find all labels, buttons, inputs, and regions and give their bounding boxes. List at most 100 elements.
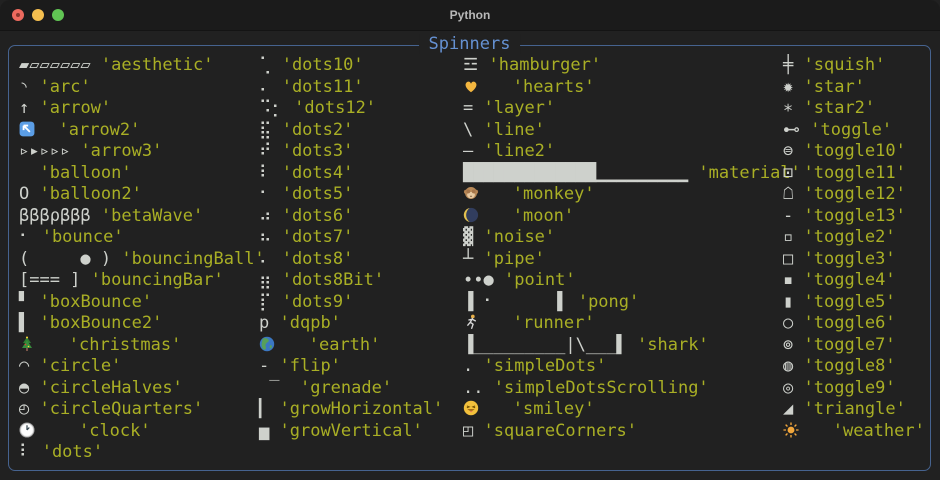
spinner-frame: ▮ xyxy=(783,292,793,312)
spinner-row: ∙∙● 'point' xyxy=(463,270,801,292)
spinner-frame: ▎ xyxy=(259,399,269,419)
spinner-frame xyxy=(278,335,298,355)
spinner-column-2: ⢁ 'dots10'⠄ 'dots11'⠩⡂ 'dots12'⣯ 'dots2'… xyxy=(259,55,443,442)
spinner-row: ▐_________|\___▌ 'shark' xyxy=(463,335,801,357)
spinner-name: 'toggle' xyxy=(810,120,892,140)
spinner-frame: ┴ xyxy=(463,249,473,269)
spinner-name: 'dots2' xyxy=(282,120,354,140)
spinner-row: O 'balloon2' xyxy=(19,184,265,206)
frame-name-separator xyxy=(793,399,803,419)
spinner-frame: βββρβββ xyxy=(19,206,91,226)
spinner-frame: ◓ xyxy=(19,378,29,398)
frame-name-separator xyxy=(80,270,90,290)
spinner-row: 'christmas' xyxy=(19,335,265,357)
frame-name-separator xyxy=(793,206,803,226)
spinner-name: 'arc' xyxy=(40,77,91,97)
frame-name-separator xyxy=(502,206,512,226)
spinner-name: 'layer' xyxy=(484,98,556,118)
spinner-frame: p xyxy=(259,313,269,333)
frame-name-separator xyxy=(793,378,803,398)
spinner-row: 'earth' xyxy=(259,335,443,357)
spinner-row: 'balloon' xyxy=(19,163,265,185)
spinner-row: 'clock' xyxy=(19,421,265,443)
spinner-row: ▹▸▹▹▹ 'arrow3' xyxy=(19,141,265,163)
spinner-name: 'bouncingBar' xyxy=(91,270,224,290)
spinner-frame: ⊷ xyxy=(783,120,800,140)
crescent-moon-icon xyxy=(463,207,482,223)
spinner-frame: ∙∙● xyxy=(463,270,494,290)
frame-name-separator xyxy=(31,442,41,462)
sun-icon xyxy=(783,422,802,438)
frame-name-separator xyxy=(793,335,803,355)
spinner-name: 'hearts' xyxy=(513,77,595,97)
spinner-row: ▅ 'growVertical' xyxy=(259,421,443,443)
spinner-name: 'smiley' xyxy=(513,399,595,419)
spinner-name: 'balloon2' xyxy=(40,184,142,204)
spinner-name: 'toggle11' xyxy=(804,163,906,183)
frame-name-separator xyxy=(793,141,803,161)
panel-title: Spinners xyxy=(419,34,521,54)
spinner-frame: ▘ xyxy=(19,292,29,312)
frame-name-separator xyxy=(627,335,637,355)
spinner-frame: ▪ xyxy=(783,270,793,290)
spinner-row: 'smiley' xyxy=(463,399,801,421)
frame-name-separator xyxy=(58,335,68,355)
close-button[interactable] xyxy=(12,9,24,21)
spinner-name: 'earth' xyxy=(309,335,381,355)
spinner-row: ⢁ 'dots10' xyxy=(259,55,443,77)
frame-name-separator xyxy=(70,141,80,161)
spinner-frame: O xyxy=(19,184,29,204)
frame-name-separator xyxy=(483,378,493,398)
spinner-name: 'point' xyxy=(504,270,576,290)
frame-name-separator xyxy=(269,313,279,333)
spinner-frame: █████████████▁▁▁▁▁▁▁▁▁ xyxy=(463,163,688,183)
spinner-row: ∗ 'star2' xyxy=(783,98,925,120)
spinner-name: 'toggle2' xyxy=(804,227,896,247)
spinner-row: 'moon' xyxy=(463,206,801,228)
spinner-row: – 'line2' xyxy=(463,141,801,163)
frame-name-separator xyxy=(688,163,698,183)
spinner-row: ✹ 'star' xyxy=(783,77,925,99)
spinner-frame: ⠩⡂ xyxy=(259,98,284,118)
spinner-row: 'arrow2' xyxy=(19,120,265,142)
spinner-name: 'arrow2' xyxy=(59,120,141,140)
frame-name-separator xyxy=(271,163,281,183)
spinner-name: 'noise' xyxy=(484,227,556,247)
spinner-row: ▎ 'growHorizontal' xyxy=(259,399,443,421)
see-no-evil-monkey-icon xyxy=(463,185,482,201)
spinner-frame: ⢁ xyxy=(259,55,271,75)
spinner-frame: ▫ xyxy=(783,227,793,247)
spinner-frame: ▹▸▹▹▹ xyxy=(19,141,70,161)
spinner-frame: ◰ xyxy=(463,421,473,441)
spinner-row: ⡏ 'dots9' xyxy=(259,292,443,314)
christmas-tree-icon xyxy=(19,336,38,352)
spinner-row: ◢ 'triangle' xyxy=(783,399,925,421)
frame-name-separator xyxy=(69,421,79,441)
spinner-name: 'simpleDotsScrolling' xyxy=(494,378,709,398)
spinner-name: 'triangle' xyxy=(804,399,906,419)
spinner-name: 'growHorizontal' xyxy=(280,399,444,419)
spinner-name: 'moon' xyxy=(513,206,574,226)
minimize-button[interactable] xyxy=(32,9,44,21)
spinner-row: ⠂ 'dots5' xyxy=(259,184,443,206)
window-title: Python xyxy=(0,0,940,30)
spinner-name: 'toggle10' xyxy=(804,141,906,161)
spinner-row: ☲ 'hamburger' xyxy=(463,55,801,77)
spinner-name: 'toggle12' xyxy=(804,184,906,204)
spinner-row: ⊚ 'toggle7' xyxy=(783,335,925,357)
frame-name-separator xyxy=(271,206,281,226)
spinner-frame: ⠴ xyxy=(259,206,271,226)
spinner-frame: ⠇ xyxy=(19,442,31,462)
spinner-row: □ 'toggle3' xyxy=(783,249,925,271)
spinner-name: 'boxBounce' xyxy=(40,292,153,312)
spinner-row: ⠂ 'bounce' xyxy=(19,227,265,249)
spinner-row: ⣯ 'dots2' xyxy=(259,120,443,142)
spinner-name: 'star2' xyxy=(804,98,876,118)
spinner-frame: ⊚ xyxy=(783,335,793,355)
spinner-row: .. 'simpleDotsScrolling' xyxy=(463,378,801,400)
spinner-frame: ⠄ xyxy=(259,77,271,97)
zoom-button[interactable] xyxy=(52,9,64,21)
spinner-name: 'christmas' xyxy=(69,335,182,355)
spinner-frame: ⣯ xyxy=(259,120,271,140)
frame-name-separator xyxy=(793,227,803,247)
